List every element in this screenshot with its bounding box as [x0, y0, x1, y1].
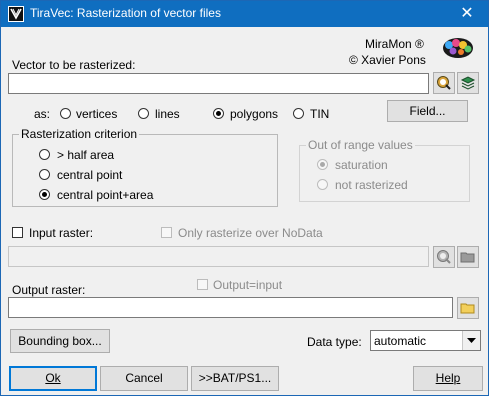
radio-lines[interactable] — [138, 108, 149, 119]
browse-input-raster-button[interactable] — [433, 246, 455, 268]
half-area-label: > half area — [57, 148, 115, 162]
vector-input[interactable] — [8, 73, 429, 94]
chevron-down-icon — [462, 331, 480, 350]
input-raster-field[interactable] — [8, 246, 429, 267]
radio-half-area[interactable] — [39, 149, 50, 160]
branding-miramon: MiraMon ® — [365, 37, 424, 51]
close-icon[interactable]: ✕ — [446, 1, 488, 27]
ok-label: Ok — [45, 371, 61, 385]
out-of-range-title: Out of range values — [306, 138, 415, 152]
cancel-button[interactable]: Cancel — [100, 366, 188, 391]
out-of-range-group — [299, 145, 470, 202]
help-label: Help — [435, 371, 461, 385]
radio-saturation[interactable] — [317, 159, 328, 170]
field-button[interactable]: Field... — [387, 100, 468, 122]
data-type-label: Data type: — [307, 335, 362, 349]
miramon-logo-icon — [441, 34, 475, 60]
central-point-area-label: central point+area — [57, 188, 154, 202]
data-type-select[interactable]: automatic — [370, 330, 481, 351]
layers-icon — [460, 76, 476, 90]
output-equals-input-checkbox[interactable] — [197, 279, 208, 290]
vector-label: Vector to be rasterized: — [12, 58, 136, 72]
only-nodata-checkbox[interactable] — [161, 227, 172, 238]
branding-author: © Xavier Pons — [349, 53, 426, 67]
as-label: as: — [34, 107, 51, 121]
not-rasterized-label: not rasterized — [335, 178, 408, 192]
title-bar: TiraVec: Rasterization of vector files ✕ — [1, 1, 488, 27]
globe-search-icon — [437, 250, 451, 264]
central-point-label: central point — [57, 168, 123, 182]
polygons-label: polygons — [230, 107, 279, 121]
radio-central-point-area[interactable] — [39, 189, 50, 200]
radio-polygons[interactable] — [213, 108, 224, 119]
open-output-folder-button[interactable] — [457, 297, 479, 319]
window-title: TiraVec: Rasterization of vector files — [30, 6, 221, 20]
bat-ps1-button[interactable]: >>BAT/PS1... — [191, 366, 279, 391]
radio-central-point[interactable] — [39, 169, 50, 180]
help-button[interactable]: Help — [413, 366, 483, 391]
vertices-label: vertices — [76, 107, 118, 121]
input-raster-checkbox[interactable] — [12, 227, 23, 238]
folder-icon — [460, 252, 475, 263]
cancel-label: Cancel — [125, 371, 163, 385]
bat-ps1-label: >>BAT/PS1... — [198, 371, 272, 385]
radio-tin[interactable] — [293, 108, 304, 119]
data-type-value: automatic — [374, 334, 427, 348]
globe-search-icon — [437, 76, 451, 90]
dialog-window: TiraVec: Rasterization of vector files ✕… — [0, 0, 489, 396]
folder-icon — [460, 303, 475, 314]
rasterization-criterion-title: Rasterization criterion — [19, 127, 140, 141]
output-raster-label: Output raster: — [12, 283, 86, 297]
app-icon — [8, 6, 24, 22]
output-equals-input-label: Output=input — [213, 278, 283, 292]
open-input-folder-button[interactable] — [457, 246, 479, 268]
browse-vector-button[interactable] — [433, 72, 455, 94]
lines-label: lines — [155, 107, 180, 121]
tin-label: TIN — [310, 107, 330, 121]
ok-button[interactable]: Ok — [9, 366, 97, 391]
radio-not-rasterized[interactable] — [317, 179, 328, 190]
only-nodata-label: Only rasterize over NoData — [178, 226, 323, 240]
saturation-label: saturation — [335, 158, 388, 172]
input-raster-label: Input raster: — [29, 226, 94, 240]
bounding-box-button[interactable]: Bounding box... — [10, 329, 110, 353]
output-raster-field[interactable] — [8, 297, 453, 318]
radio-vertices[interactable] — [60, 108, 71, 119]
vector-layers-button[interactable] — [457, 72, 479, 94]
